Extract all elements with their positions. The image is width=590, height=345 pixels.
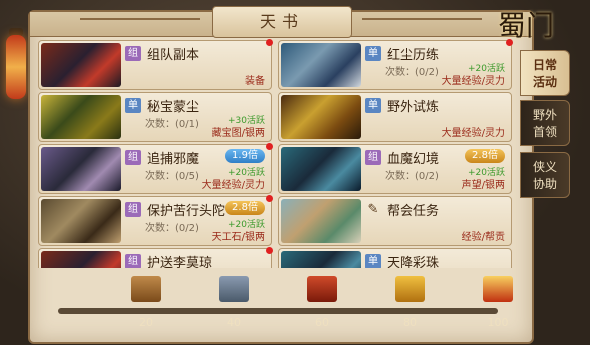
notification-dot xyxy=(266,247,273,254)
activity-type-tag: 单 xyxy=(365,98,381,113)
activity-name: 组队副本 xyxy=(147,48,200,63)
activity-card-hidden-treasure[interactable]: 单秘宝蒙尘 次数：(0/1) +30活跃 藏宝图/银两 xyxy=(38,92,272,142)
title-ornament-right xyxy=(362,18,482,30)
activity-thumbnail xyxy=(41,147,121,191)
activity-thumbnail xyxy=(281,43,361,87)
milestone-label: 60 xyxy=(315,316,329,329)
activity-reward: 藏宝图/银两 xyxy=(211,128,265,139)
activity-card-blood-demon-realm[interactable]: 组血魔幻境 次数：(0/2) +20活跃 声望/银两 2.8倍 xyxy=(278,144,512,194)
activity-reward: 天工石/银两 xyxy=(211,232,265,243)
activity-name: 保护苦行头陀 xyxy=(147,204,226,219)
activity-thumbnail xyxy=(281,199,361,243)
multiplier-badge: 1.9倍 xyxy=(225,149,265,163)
activity-thumbnail xyxy=(41,43,121,87)
activity-progress: 20 40 60 80 100 xyxy=(36,262,526,340)
game-screen: 天书 组组队副本 装备单红尘历练 次数：(0/2) +20活跃 大量经验/灵力单秘宝蒙尘… xyxy=(0,0,590,345)
tab-chivalry-assist[interactable]: 侠义 协助 xyxy=(520,152,570,198)
activity-reward: 声望/银两 xyxy=(461,180,505,191)
activity-name: 追捕邪魔 xyxy=(147,152,200,167)
multiplier-badge: 2.8倍 xyxy=(225,201,265,215)
activity-count: 次数：(0/2) xyxy=(145,223,199,234)
progress-track xyxy=(58,308,498,314)
activity-thumbnail xyxy=(281,147,361,191)
game-logo: 蜀门 xyxy=(498,9,555,42)
milestone-label: 40 xyxy=(227,316,241,329)
tab-daily-activity[interactable]: 日常 活动 xyxy=(520,50,570,96)
activity-type-tag: 组 xyxy=(125,150,141,165)
activity-type-tag: 单 xyxy=(125,98,141,113)
title-bar: 天书 xyxy=(30,6,532,38)
tab-field-boss[interactable]: 野外 首领 xyxy=(520,100,570,146)
milestone-label: 80 xyxy=(403,316,417,329)
title-ornament-left xyxy=(80,18,200,30)
activity-type-tag: 组 xyxy=(365,150,381,165)
activity-card-team-dungeon[interactable]: 组组队副本装备 xyxy=(38,39,273,90)
activity-card-red-dust-trial[interactable]: 单红尘历练 次数：(0/2) +20活跃 大量经验/灵力 xyxy=(278,39,513,90)
activity-name: 秘宝蒙尘 xyxy=(147,100,200,115)
activity-reward: 大量经验/灵力 xyxy=(201,180,265,191)
reward-chest-80[interactable] xyxy=(395,276,425,302)
tab-label: 野外 首领 xyxy=(532,108,557,139)
activity-name: 红尘历练 xyxy=(387,48,440,63)
multiplier-badge: 2.8倍 xyxy=(465,149,505,163)
activity-reward: 大量经验/灵力 xyxy=(441,128,505,139)
tab-label: 侠义 协助 xyxy=(532,160,557,191)
activity-reward: 经验/帮贡 xyxy=(461,232,505,243)
activity-count: 次数：(0/5) xyxy=(145,171,199,182)
activity-name: 血魔幻境 xyxy=(387,152,440,167)
activity-name: 野外试炼 xyxy=(387,100,440,115)
milestone-label: 20 xyxy=(139,316,153,329)
tab-label: 日常 活动 xyxy=(532,58,557,89)
activity-grid[interactable]: 组组队副本 装备单红尘历练 次数：(0/2) +20活跃 大量经验/灵力单秘宝蒙尘 次数：… xyxy=(38,38,522,268)
activity-card-hunt-evil[interactable]: 组追捕邪魔 次数：(0/5) +20活跃 大量经验/灵力 1.9倍 xyxy=(38,143,273,194)
activity-type-tag: 组 xyxy=(125,202,141,217)
activity-card-field-trial[interactable]: 单野外试炼大量经验/灵力 xyxy=(278,92,512,142)
notification-dot xyxy=(266,39,273,46)
reward-chest-40[interactable] xyxy=(219,276,249,302)
activity-count: 次数：(0/1) xyxy=(145,119,199,130)
activity-name: 帮会任务 xyxy=(387,204,440,219)
activity-count: 次数：(0/2) xyxy=(385,67,439,78)
activity-type-tag: 单 xyxy=(365,46,381,61)
reward-chest-20[interactable] xyxy=(131,276,161,302)
activity-type-tag: ✎ xyxy=(367,202,379,217)
activity-thumbnail xyxy=(41,95,121,139)
milestone-label: 100 xyxy=(487,316,509,329)
activity-thumbnail xyxy=(281,95,361,139)
notification-dot xyxy=(266,143,273,150)
panel-title: 天书 xyxy=(212,6,352,38)
reward-chest-100[interactable] xyxy=(483,276,513,302)
lantern-decoration xyxy=(6,35,26,99)
activity-reward: 装备 xyxy=(245,76,265,87)
activity-thumbnail xyxy=(41,199,121,243)
reward-chest-60[interactable] xyxy=(307,276,337,302)
activity-type-tag: 组 xyxy=(125,46,141,61)
activity-card-guild-task[interactable]: ✎ 帮会任务经验/帮贡 xyxy=(278,196,512,246)
activity-card-protect-monk[interactable]: 组保护苦行头陀 次数：(0/2) +20活跃 天工石/银两 2.8倍 xyxy=(38,195,273,246)
notification-dot xyxy=(266,195,273,202)
activity-count: 次数：(0/2) xyxy=(385,171,439,182)
activity-reward: 大量经验/灵力 xyxy=(441,76,505,87)
